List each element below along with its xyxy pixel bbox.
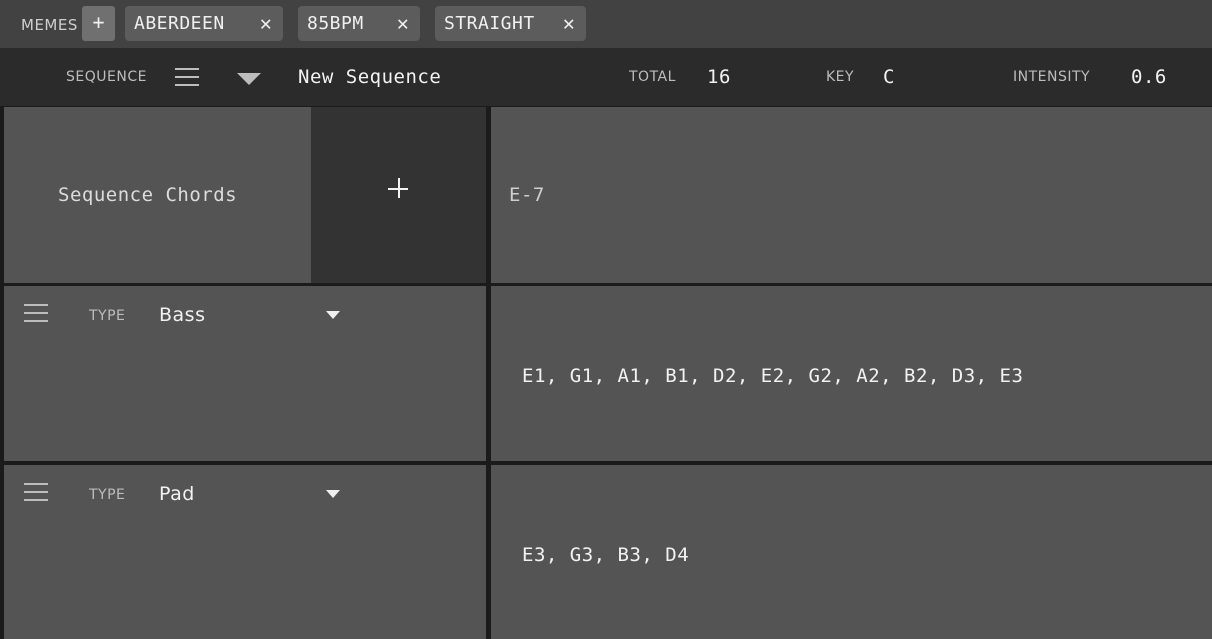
memes-bar: MEMES + ABERDEEN ✕ 85BPM ✕ STRAIGHT ✕ — [0, 0, 1212, 48]
memes-label: MEMES — [21, 16, 78, 34]
voice-notes-bass[interactable]: E1, G1, A1, B1, D2, E2, G2, A2, B2, D3, … — [491, 286, 1212, 461]
meme-chip-85bpm[interactable]: 85BPM ✕ — [298, 6, 420, 41]
meme-chip-label: ABERDEEN — [134, 13, 225, 34]
close-icon[interactable]: ✕ — [249, 6, 283, 41]
voice-notes[interactable]: E3, G3, B3, D4 — [522, 544, 689, 566]
drag-handle-icon[interactable] — [24, 304, 48, 324]
type-label: TYPE — [89, 487, 126, 503]
key-value[interactable]: C — [883, 66, 895, 88]
drag-handle-icon[interactable] — [24, 483, 48, 503]
add-meme-button[interactable]: + — [82, 6, 115, 41]
sequence-chords-label: Sequence Chords — [58, 184, 238, 206]
plus-icon: + — [92, 10, 105, 34]
sequence-name[interactable]: New Sequence — [298, 66, 441, 88]
menu-icon[interactable] — [175, 68, 199, 88]
total-value[interactable]: 16 — [707, 66, 731, 88]
meme-chip-label: 85BPM — [307, 13, 364, 34]
chord-item[interactable]: E-7 — [509, 184, 545, 206]
meme-chip-label: STRAIGHT — [444, 13, 535, 34]
chord-timeline[interactable]: E-7 — [491, 107, 1212, 283]
meme-chip-aberdeen[interactable]: ABERDEEN ✕ — [125, 6, 283, 41]
close-icon[interactable]: ✕ — [552, 6, 586, 41]
sequence-label: SEQUENCE — [66, 69, 147, 85]
type-label: TYPE — [89, 308, 126, 324]
add-chord-button[interactable] — [311, 107, 486, 283]
type-select[interactable]: Bass — [159, 304, 205, 326]
voice-notes[interactable]: E1, G1, A1, B1, D2, E2, G2, A2, B2, D3, … — [522, 365, 1023, 387]
intensity-value[interactable]: 0.6 — [1131, 66, 1167, 88]
chevron-down-icon[interactable] — [326, 311, 340, 319]
plus-icon — [387, 177, 411, 201]
voice-settings-pad: TYPE Pad — [4, 465, 486, 639]
key-label: KEY — [826, 69, 855, 85]
type-select[interactable]: Pad — [159, 483, 195, 505]
chevron-down-icon[interactable] — [326, 490, 340, 498]
sequence-header: SEQUENCE New Sequence TOTAL 16 KEY C INT… — [0, 48, 1212, 106]
voice-notes-pad[interactable]: E3, G3, B3, D4 — [491, 465, 1212, 639]
sequence-chords-header: Sequence Chords — [4, 107, 311, 283]
chevron-down-icon[interactable] — [237, 73, 261, 85]
intensity-label: INTENSITY — [1013, 69, 1091, 85]
voice-settings-bass: TYPE Bass — [4, 286, 486, 461]
meme-chip-straight[interactable]: STRAIGHT ✕ — [435, 6, 586, 41]
close-icon[interactable]: ✕ — [386, 6, 420, 41]
total-label: TOTAL — [629, 69, 676, 85]
